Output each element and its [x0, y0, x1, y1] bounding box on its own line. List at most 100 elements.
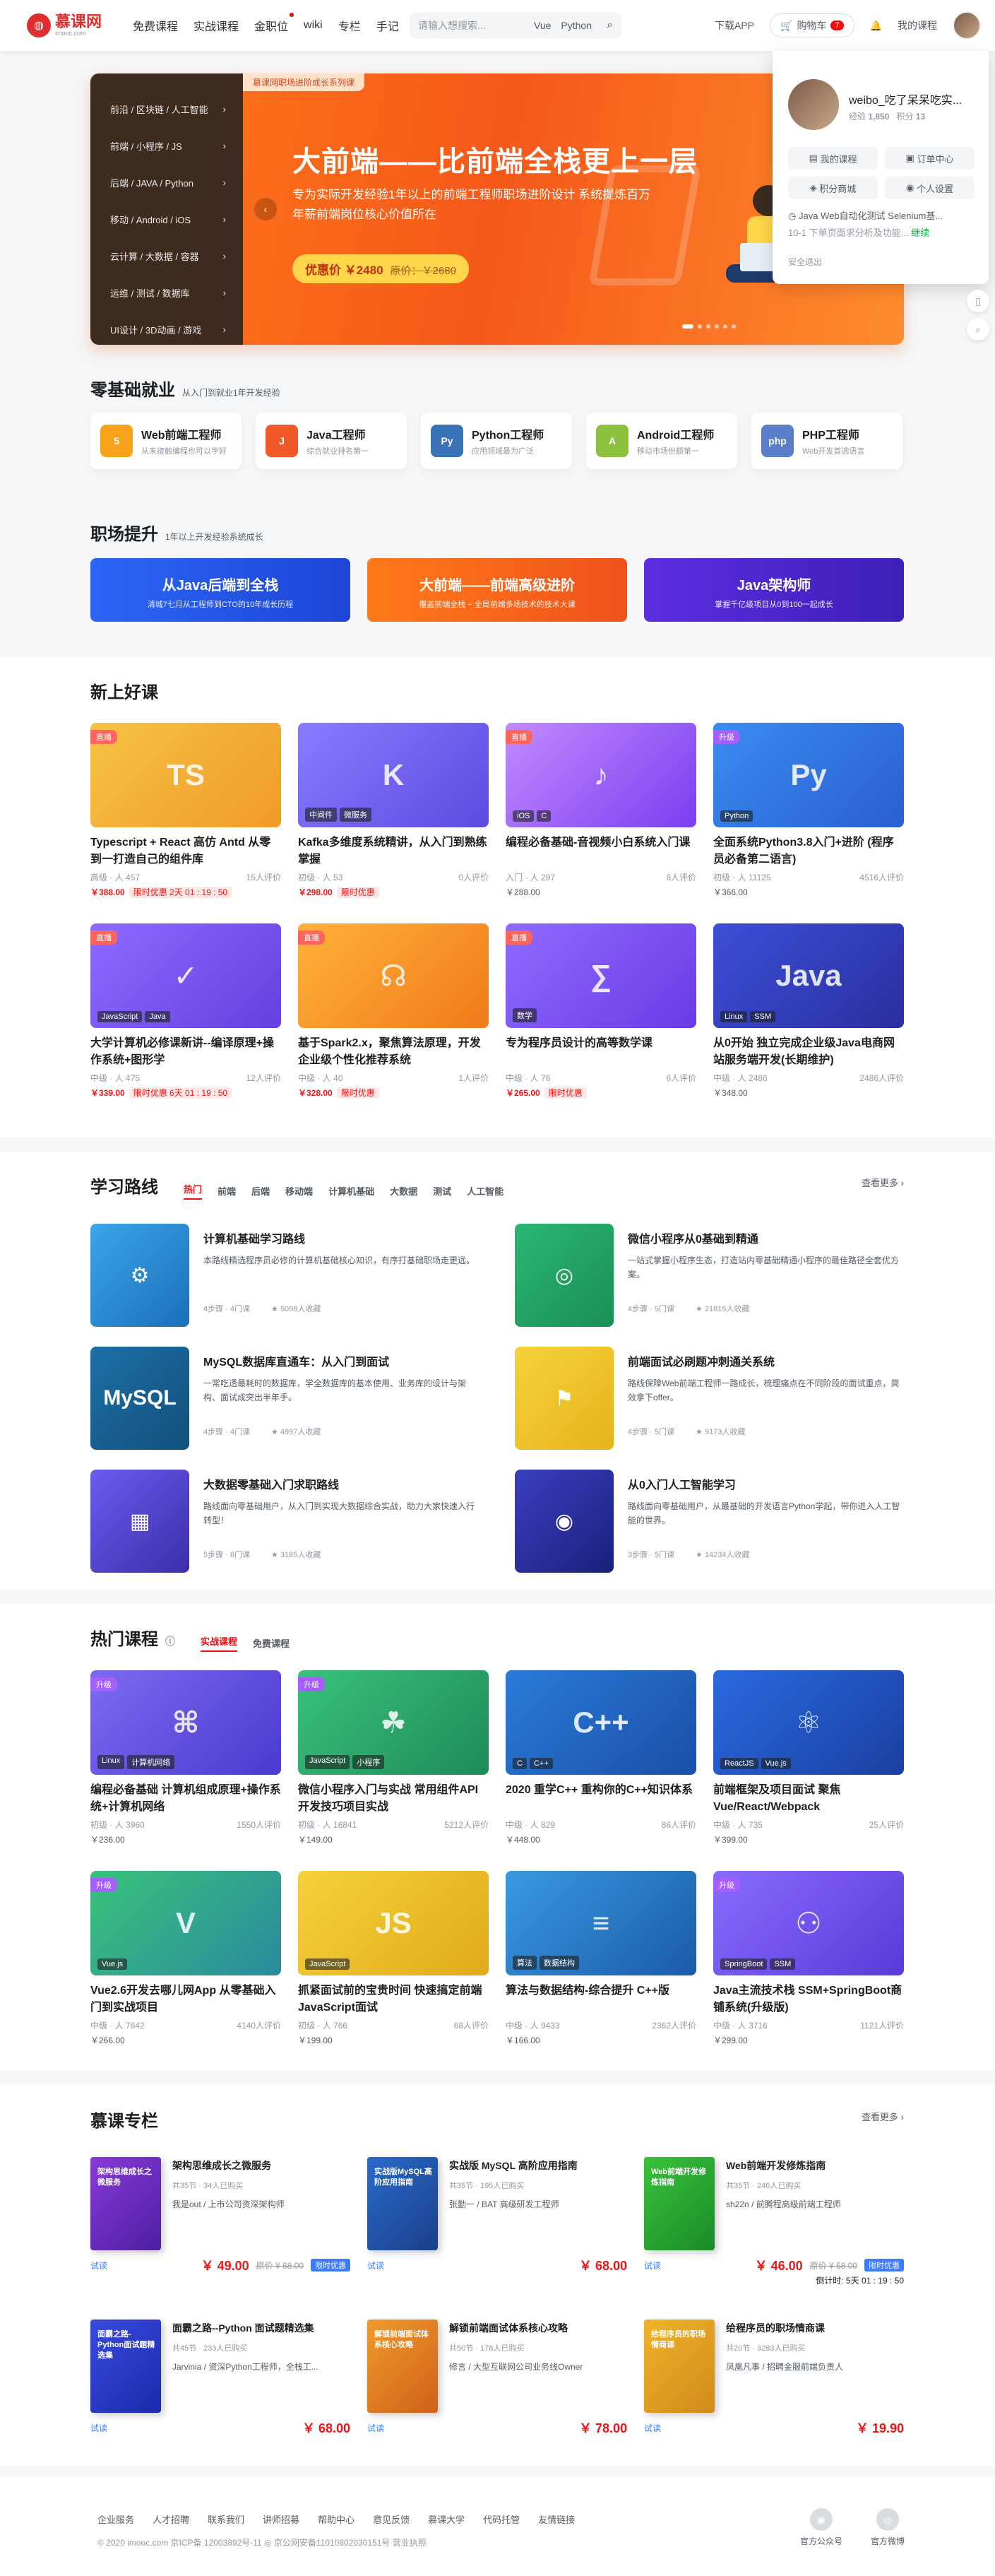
- route-tab[interactable]: 移动端: [285, 1184, 313, 1198]
- category-item[interactable]: 云计算 / 大数据 / 容器 ›: [90, 237, 243, 274]
- footer-link[interactable]: 联系我们: [208, 2512, 244, 2526]
- course-cover[interactable]: ⚇ 升级 SpringBoot SSM: [713, 1871, 904, 1975]
- banner-prev-arrow-icon[interactable]: ‹: [254, 198, 277, 220]
- category-item[interactable]: 前沿 / 区块链 / 人工智能 ›: [90, 90, 243, 127]
- course-card[interactable]: ⌘ 升级 Linux 计算机网络 编程必备基础 计算机组成原理+操作系统+计算机网络 初级…: [90, 1670, 281, 1861]
- course-cover[interactable]: ≡ 算法 数据结构: [506, 1871, 696, 1975]
- app-download-float[interactable]: ▯: [967, 290, 989, 312]
- course-title[interactable]: 大学计算机必修课新讲--编译原理+操作系统+图形学: [90, 1035, 281, 1069]
- route-tab[interactable]: 后端: [251, 1184, 270, 1198]
- column-card[interactable]: Web前端开发修炼指南 Web前端开发修炼指南 共35节 · 246人已购买 sh22…: [644, 2153, 904, 2287]
- course-card[interactable]: ✓ 直播 JavaScript Java 大学计算机必修课新讲--编译原理+操作系统+图…: [90, 923, 281, 1114]
- course-cover[interactable]: Java Linux SSM: [713, 923, 904, 1028]
- course-title[interactable]: 全面系统Python3.8入门+进阶 (程序员必备第二语言): [713, 834, 904, 868]
- course-card[interactable]: Java Linux SSM 从0开始 独立完成企业级Java电商网站服务端开发(长期…: [713, 923, 904, 1114]
- nav-column[interactable]: 专栏: [338, 17, 361, 34]
- route-tab[interactable]: 人工智能: [467, 1184, 504, 1198]
- course-card[interactable]: V 升级 Vue.js Vue2.6开发去哪儿网App 从零基础入门到实战项目 中级 ·…: [90, 1871, 281, 2062]
- column-title[interactable]: 实战版 MySQL 高阶应用指南: [449, 2158, 578, 2173]
- avatar[interactable]: [953, 11, 981, 40]
- course-card[interactable]: TS 直播 Typescript + React 高仿 Antd 从零到一打造自己的…: [90, 723, 281, 914]
- my-course-link[interactable]: 我的课程: [898, 18, 937, 33]
- route-cover[interactable]: ◎: [515, 1224, 614, 1327]
- course-title[interactable]: 抓紧面试前的宝贵时间 快速搞定前端JavaScript面试: [298, 1983, 489, 2016]
- recent-study[interactable]: ◷ Java Web自动化测试 Selenium基... 10-1 下单页面求分…: [788, 208, 977, 242]
- route-card[interactable]: ⚙ 计算机基础学习路线 本路线精选程序员必修的计算机基础核心知识，有序打基础职场走更…: [90, 1224, 479, 1327]
- course-card[interactable]: ☘ 升级 JavaScript 小程序 微信小程序入门与实战 常用组件API开发技巧项目…: [298, 1670, 489, 1861]
- route-card[interactable]: ◎ 微信小程序从0基础到精通 一站式掌握小程序生态，打造站内零基础精通小程序的最佳路…: [515, 1224, 904, 1327]
- search-input[interactable]: 请输入想搜索...: [418, 18, 524, 33]
- route-title[interactable]: 前端面试必刷题冲刺通关系统: [628, 1352, 904, 1369]
- nav-practical[interactable]: 实战课程: [193, 17, 239, 34]
- route-title[interactable]: MySQL数据库直通车：从入门到面试: [203, 1352, 479, 1369]
- banner-dot[interactable]: [706, 324, 710, 329]
- columns-more-link[interactable]: 查看更多 ›: [862, 2110, 904, 2123]
- category-item[interactable]: 运维 / 测试 / 数据库 ›: [90, 274, 243, 311]
- footer-link[interactable]: 人才招聘: [153, 2512, 189, 2526]
- course-card[interactable]: ≡ 算法 数据结构 算法与数据结构-综合提升 C++版 中级 · 人 9433 2362人…: [506, 1871, 696, 2062]
- site-logo[interactable]: ◍ 慕课网 imooc.com: [27, 13, 102, 38]
- footer-link[interactable]: 友情链接: [538, 2512, 575, 2526]
- orders-button[interactable]: ▣ 订单中心: [885, 147, 975, 170]
- career-card[interactable]: 从Java后端到全栈 清城7七月从工程师到CTO的10年成长历程: [90, 558, 350, 622]
- footer-link[interactable]: 代码托管: [483, 2512, 520, 2526]
- column-title[interactable]: 给程序员的职场情商课: [726, 2321, 843, 2335]
- nav-free[interactable]: 免费课程: [133, 17, 178, 34]
- course-title[interactable]: 编程必备基础-音视频小白系统入门课: [506, 834, 696, 868]
- column-card[interactable]: 解锁前端面试体系核心攻略 解锁前端面试体系核心攻略 共50节 · 178人已购买 修言…: [367, 2315, 627, 2450]
- course-card[interactable]: ⚛ ReactJS Vue.js 前端框架及项目面试 聚焦Vue/React/Webp…: [713, 1670, 904, 1861]
- career-path-card[interactable]: 5 Web前端工程师 从来接触编程也可以学好: [90, 413, 242, 469]
- route-title[interactable]: 微信小程序从0基础到精通: [628, 1229, 904, 1246]
- course-card[interactable]: ☊ 直播 基于Spark2.x，聚焦算法原理，开发企业级个性化推荐系统 中级 · 人 …: [298, 923, 489, 1114]
- route-tab[interactable]: 前端: [218, 1184, 236, 1198]
- column-title[interactable]: 解锁前端面试体系核心攻略: [449, 2321, 583, 2335]
- route-cover[interactable]: ⚑: [515, 1347, 614, 1450]
- hot-tab[interactable]: 实战课程: [201, 1634, 238, 1652]
- cart-button[interactable]: 🛒 购物车 7: [770, 13, 854, 37]
- column-card[interactable]: 面霸之路-Python面试题精选集 面霸之路--Python 面试题精选集 共45节…: [90, 2315, 350, 2450]
- search-bar[interactable]: 请输入想搜索... Vue Python ⌕: [410, 13, 621, 38]
- route-cover[interactable]: ⚙: [90, 1224, 189, 1327]
- course-cover[interactable]: ⌘ 升级 Linux 计算机网络: [90, 1670, 281, 1775]
- route-card[interactable]: ⚑ 前端面试必刷题冲刺通关系统 路线保障Web前端工程师一路成长，梳理痛点在不同阶段…: [515, 1347, 904, 1450]
- column-book-cover[interactable]: 解锁前端面试体系核心攻略: [367, 2320, 438, 2413]
- download-app-link[interactable]: 下载APP: [715, 18, 754, 33]
- course-cover[interactable]: V 升级 Vue.js: [90, 1871, 281, 1975]
- course-title[interactable]: 编程必备基础 计算机组成原理+操作系统+计算机网络: [90, 1782, 281, 1816]
- course-title[interactable]: 2020 重学C++ 重构你的C++知识体系: [506, 1782, 696, 1816]
- wechat-qr[interactable]: ◉ 官方公众号: [800, 2508, 842, 2547]
- course-cover[interactable]: ♪ 直播 iOS C: [506, 723, 696, 827]
- course-title[interactable]: 专为程序员设计的高等数学课: [506, 1035, 696, 1069]
- column-title[interactable]: Web前端开发修炼指南: [726, 2158, 841, 2173]
- course-cover[interactable]: ✓ 直播 JavaScript Java: [90, 923, 281, 1028]
- route-card[interactable]: ▦ 大数据零基础入门求职路线 路线面向零基础用户，从入门到实现大数据综合实战，助力大…: [90, 1470, 479, 1573]
- route-card[interactable]: MySQL MySQL数据库直通车：从入门到面试 一常吃透最耗时的数据库，学全数据库…: [90, 1347, 479, 1450]
- route-tab[interactable]: 测试: [433, 1184, 451, 1198]
- course-cover[interactable]: JS JavaScript: [298, 1871, 489, 1975]
- banner-dots[interactable]: [682, 324, 736, 329]
- banner-price[interactable]: 优惠价 ￥2480 原价：￥2680: [292, 254, 469, 283]
- weibo-qr[interactable]: ◎ 官方微博: [871, 2508, 905, 2547]
- course-title[interactable]: 基于Spark2.x，聚焦算法原理，开发企业级个性化推荐系统: [298, 1035, 489, 1069]
- course-cover[interactable]: ∑ 直播 数学: [506, 923, 696, 1028]
- nav-notes[interactable]: 手记: [376, 17, 399, 34]
- route-tab[interactable]: 热门: [184, 1182, 203, 1200]
- continue-link[interactable]: 继续: [911, 228, 929, 238]
- settings-button[interactable]: ◉ 个人设置: [885, 177, 975, 199]
- column-title[interactable]: 架构思维成长之微服务: [172, 2158, 285, 2173]
- footer-link[interactable]: 意见反馈: [373, 2512, 410, 2526]
- career-card[interactable]: Java架构师 掌握千亿级项目从0到100一起成长: [644, 558, 904, 622]
- try-read-link[interactable]: 试读: [644, 2259, 661, 2271]
- banner-dot[interactable]: [732, 324, 736, 329]
- course-card[interactable]: C++ C C++ 2020 重学C++ 重构你的C++知识体系 中级 · 人 829 8…: [506, 1670, 696, 1861]
- nav-job[interactable]: 金职位: [254, 13, 294, 34]
- course-cover[interactable]: ☊ 直播: [298, 923, 489, 1028]
- nav-wiki[interactable]: wiki: [304, 19, 323, 32]
- try-read-link[interactable]: 试读: [367, 2422, 384, 2434]
- course-card[interactable]: K 中间件 微服务 Kafka多维度系统精讲，从入门到熟练掌握 初级 · 人 53 0人评…: [298, 723, 489, 914]
- course-cover[interactable]: TS 直播: [90, 723, 281, 827]
- points-mall-button[interactable]: ◈ 积分商城: [788, 177, 878, 199]
- course-cover[interactable]: ☘ 升级 JavaScript 小程序: [298, 1670, 489, 1775]
- course-cover[interactable]: Py 升级 Python: [713, 723, 904, 827]
- hot-tab[interactable]: 免费课程: [253, 1636, 290, 1650]
